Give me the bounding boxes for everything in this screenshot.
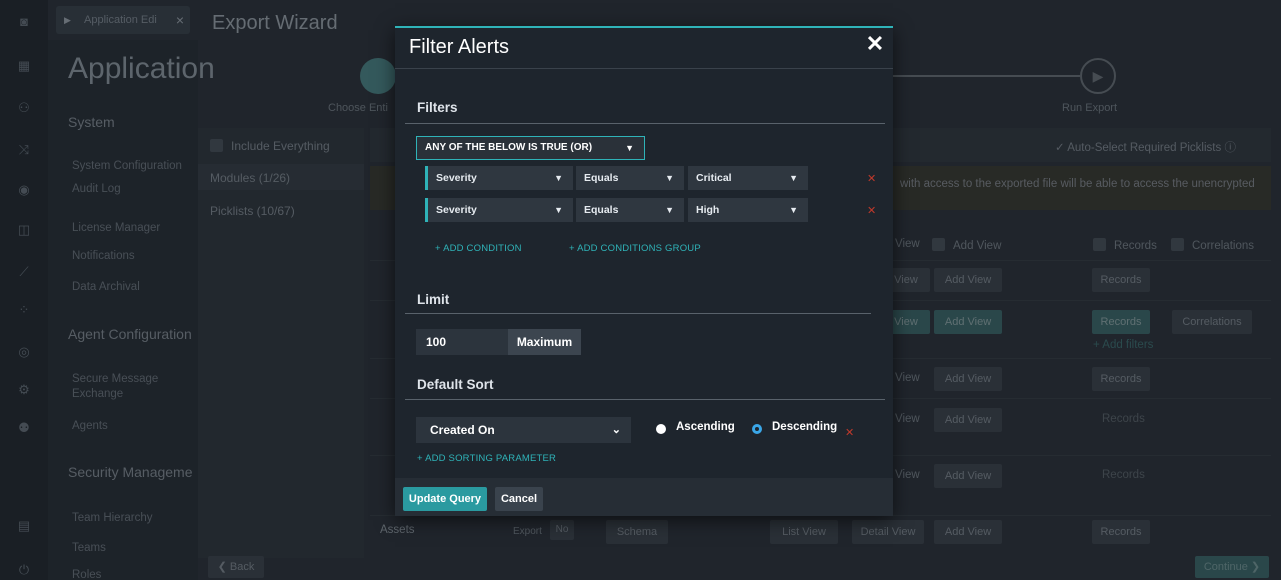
limit-rule bbox=[405, 313, 871, 314]
condition-operator-select[interactable]: Equals ▼ bbox=[576, 166, 684, 190]
sort-rule bbox=[405, 399, 885, 400]
modal-title-divider bbox=[395, 68, 893, 69]
update-query-button[interactable]: Update Query bbox=[403, 487, 487, 511]
remove-condition-icon[interactable]: ✕ bbox=[867, 204, 876, 217]
condition-field-select[interactable]: Severity ▼ bbox=[428, 166, 573, 190]
caret-down-icon: ▼ bbox=[789, 205, 798, 215]
ascending-radio[interactable] bbox=[656, 424, 666, 434]
sort-field-select[interactable]: Created On ⌄ bbox=[416, 417, 631, 443]
limit-input[interactable]: 100 bbox=[416, 329, 508, 355]
add-sorting-parameter-link[interactable]: + ADD SORTING PARAMETER bbox=[417, 453, 556, 464]
condition-operator-value: Equals bbox=[584, 204, 619, 216]
sort-field-value: Created On bbox=[430, 423, 495, 437]
close-icon[interactable]: ✕ bbox=[863, 32, 887, 56]
caret-down-icon: ▼ bbox=[789, 173, 798, 183]
modal-title: Filter Alerts bbox=[409, 36, 510, 58]
condition-value-select[interactable]: High ▼ bbox=[688, 198, 808, 222]
condition-value-select[interactable]: Critical ▼ bbox=[688, 166, 808, 190]
condition-field-value: Severity bbox=[436, 172, 477, 184]
condition-field-value: Severity bbox=[436, 204, 477, 216]
caret-down-icon: ▼ bbox=[625, 143, 634, 153]
caret-down-icon: ▼ bbox=[554, 173, 563, 183]
condition-operator-value: Equals bbox=[584, 172, 619, 184]
chevron-down-icon: ⌄ bbox=[611, 424, 621, 436]
caret-down-icon: ▼ bbox=[665, 205, 674, 215]
filter-alerts-modal: Filter Alerts ✕ Filters ANY OF THE BELOW… bbox=[395, 26, 893, 516]
filters-rule bbox=[405, 123, 885, 124]
cancel-button[interactable]: Cancel bbox=[495, 487, 543, 511]
descending-label: Descending bbox=[772, 421, 838, 433]
default-sort-heading: Default Sort bbox=[417, 377, 494, 392]
limit-maximum-button[interactable]: Maximum bbox=[508, 329, 581, 355]
caret-down-icon: ▼ bbox=[554, 205, 563, 215]
condition-field-select[interactable]: Severity ▼ bbox=[428, 198, 573, 222]
add-condition-link[interactable]: + ADD CONDITION bbox=[435, 243, 522, 254]
condition-value: High bbox=[696, 204, 720, 216]
logic-operator-select[interactable]: ANY OF THE BELOW IS TRUE (OR) ▼ bbox=[416, 136, 645, 160]
filters-heading: Filters bbox=[417, 100, 458, 115]
condition-value: Critical bbox=[696, 172, 732, 184]
remove-sort-icon[interactable]: ✕ bbox=[845, 426, 854, 439]
remove-condition-icon[interactable]: ✕ bbox=[867, 172, 876, 185]
logic-operator-value: ANY OF THE BELOW IS TRUE (OR) bbox=[425, 142, 593, 153]
condition-operator-select[interactable]: Equals ▼ bbox=[576, 198, 684, 222]
add-conditions-group-link[interactable]: + ADD CONDITIONS GROUP bbox=[569, 243, 701, 254]
ascending-label: Ascending bbox=[676, 421, 735, 433]
limit-heading: Limit bbox=[417, 292, 450, 307]
descending-radio[interactable] bbox=[752, 424, 762, 434]
caret-down-icon: ▼ bbox=[665, 173, 674, 183]
